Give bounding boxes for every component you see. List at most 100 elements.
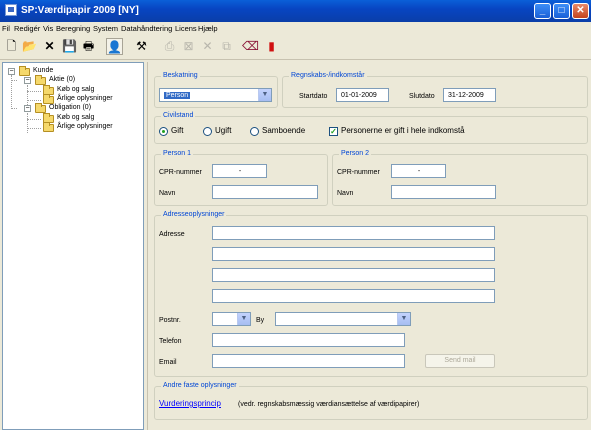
email-label: Email [159,359,177,366]
startdato-label: Startdato [299,93,328,100]
tree-node-kunde[interactable]: Kunde [33,67,53,74]
close-button[interactable]: ✕ [572,3,589,19]
regnskab-label: Regnskabs-/indkomstår [289,72,367,79]
samboende-label: Samboende [262,126,306,135]
main-form: Beskatning Person ▼ Regnskabs-/indkomstå… [147,62,591,430]
folder-icon [35,103,46,113]
vurderingsprincip-note: (vedr. regnskabsmæssig værdiansættelse a… [238,401,420,408]
ugift-label: Ugift [215,126,232,135]
tree-node-obligation[interactable]: Obligation (0) [49,104,91,111]
person2-label: Person 2 [339,150,372,157]
grid-icon[interactable]: ⊠ [180,38,197,55]
title-bar: SP:Værdipapir 2009 [NY] _ □ ✕ [0,0,591,22]
save-icon[interactable]: 💾 [61,38,78,55]
new-icon[interactable]: 🗋 [3,38,20,55]
person2-cpr-field[interactable]: - [391,164,446,178]
by-select[interactable]: ▼ [275,312,411,326]
andre-label: Andre faste oplysninger [161,382,239,389]
person1-cpr-label: CPR-nummer [159,169,202,176]
collapse-aktie-button[interactable]: − [24,77,31,84]
export-icon[interactable]: ⎙ [161,38,178,55]
cross-icon[interactable]: ✕ [199,38,216,55]
chevron-down-icon[interactable]: ▼ [258,89,271,101]
menu-beregning[interactable]: Beregning [56,24,90,33]
menu-rediger[interactable]: Redigér [14,24,40,33]
chevron-down-icon[interactable]: ▼ [397,313,410,325]
person2-navn-field[interactable] [391,185,496,199]
beskatning-group: Beskatning Person ▼ [154,72,278,108]
andre-group: Andre faste oplysninger Vurderingsprinci… [154,382,588,420]
tree-node-aktie-aarlige[interactable]: Årlige oplysninger [57,95,113,102]
samboende-radio[interactable] [250,127,259,136]
gift-radio[interactable] [159,127,168,136]
adresse-line-2[interactable] [212,247,495,261]
toolbar: 🗋 📂 ✕ 💾 🖶 👤 ⚒ ⎙ ⊠ ✕ ⧉ ⌫ ▮ [0,34,591,60]
tree-node-obligation-koeb-salg[interactable]: Køb og salg [57,114,94,121]
tree-line [27,100,41,101]
slutdato-label: Slutdato [409,93,435,100]
menu-vis[interactable]: Vis [43,24,53,33]
maximize-button[interactable]: □ [553,3,570,19]
adresse-label: Adresseoplysninger [161,211,227,218]
telefon-label: Telefon [159,338,182,345]
person2-cpr-label: CPR-nummer [337,169,380,176]
person-icon[interactable]: 👤 [106,38,123,55]
tree-line [27,85,28,105]
exit-icon[interactable]: ▮ [263,38,280,55]
regnskab-group: Regnskabs-/indkomstår Startdato 01-01-20… [282,72,588,108]
gift-hele-aaret-label: Personerne er gift i hele indkomstå [341,126,465,135]
tree-line [11,108,17,109]
beskatning-select[interactable]: Person ▼ [159,88,272,102]
slutdato-field[interactable]: 31-12-2009 [443,88,496,102]
tree-node-aktie[interactable]: Aktie (0) [49,76,75,83]
adresse-line-4[interactable] [212,289,495,303]
menu-system[interactable]: System [93,24,118,33]
tree-node-obligation-aarlige[interactable]: Årlige oplysninger [57,123,113,130]
eraser-icon[interactable]: ⌫ [242,38,259,55]
collapse-kunde-button[interactable]: − [8,68,15,75]
delete-icon[interactable]: ✕ [41,38,58,55]
tree-line [27,113,28,133]
adresse-group: Adresseoplysninger Adresse Postnr. ▼ By … [154,211,588,377]
folder-icon [35,75,46,85]
person2-group: Person 2 CPR-nummer - Navn [332,150,588,206]
ugift-radio[interactable] [203,127,212,136]
gift-hele-aaret-checkbox[interactable]: ✓ [329,127,338,136]
postnr-select[interactable]: ▼ [212,312,251,326]
menu-bar: Fil Redigér Vis Beregning System Datahån… [0,22,591,34]
customer-tree: − Kunde − Aktie (0) Køb og salg Årlige o… [2,62,144,430]
vurderingsprincip-link[interactable]: Vurderingsprincip [159,399,221,408]
menu-fil[interactable]: Fil [2,24,10,33]
tree-node-aktie-koeb-salg[interactable]: Køb og salg [57,86,94,93]
tree-line [27,91,41,92]
chevron-down-icon[interactable]: ▼ [237,313,250,325]
tree-line [27,128,41,129]
person1-navn-label: Navn [159,190,176,197]
person1-navn-field[interactable] [212,185,318,199]
startdato-field[interactable]: 01-01-2009 [336,88,389,102]
copy-icon[interactable]: ⧉ [218,38,235,55]
adresse-line-3[interactable] [212,268,495,282]
calculate-icon[interactable]: ⚒ [133,38,150,55]
telefon-field[interactable] [212,333,405,347]
minimize-button[interactable]: _ [534,3,551,19]
postnr-label: Postnr. [159,317,181,324]
gift-label: Gift [171,126,184,135]
open-folder-icon[interactable]: 📂 [21,38,38,55]
person2-navn-label: Navn [337,190,354,197]
menu-datahandtering[interactable]: Datahåndtering [121,24,172,33]
app-icon [5,4,17,16]
print-icon[interactable]: 🖶 [80,38,97,55]
folder-icon [43,122,54,132]
window-title: SP:Værdipapir 2009 [NY] [21,5,139,16]
menu-hjaelp[interactable]: Hjælp [198,24,218,33]
menu-licens[interactable]: Licens [175,24,197,33]
person1-cpr-field[interactable]: - [212,164,267,178]
folder-icon [19,66,30,76]
collapse-obligation-button[interactable]: − [24,105,31,112]
send-mail-button[interactable]: Send mail [425,354,495,368]
adresse-line-1[interactable] [212,226,495,240]
email-field[interactable] [212,354,405,368]
by-label: By [256,317,265,324]
person1-label: Person 1 [161,150,194,157]
